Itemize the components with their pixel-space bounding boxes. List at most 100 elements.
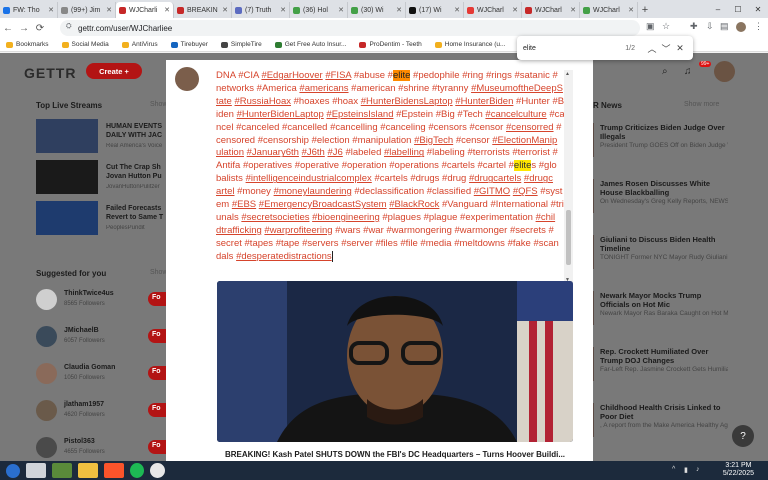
- tray-up-icon[interactable]: ^: [672, 466, 675, 473]
- tab-close-icon[interactable]: ✕: [106, 6, 112, 14]
- notepad-icon[interactable]: [26, 463, 46, 478]
- hashtag-link[interactable]: #GITMO: [474, 186, 510, 197]
- follow-button[interactable]: Fo: [148, 292, 168, 306]
- find-close-icon[interactable]: ✕: [673, 43, 687, 54]
- start-icon[interactable]: [6, 463, 20, 478]
- extensions-icon[interactable]: ✚: [690, 21, 698, 32]
- tab-11[interactable]: WJCharl ✕: [580, 2, 638, 18]
- stream-thumbnail[interactable]: [36, 119, 98, 153]
- spotify-icon[interactable]: [130, 463, 144, 478]
- hashtag-link[interactable]: artel: [216, 186, 234, 197]
- hashtag-link[interactable]: #EmergencyBroadcastSystem: [259, 199, 387, 210]
- menu-icon[interactable]: ⋮: [754, 21, 763, 32]
- hashtag-link[interactable]: #drugc: [524, 173, 553, 184]
- forward-icon[interactable]: →: [16, 23, 32, 34]
- bookmark-item[interactable]: Bookmarks: [6, 41, 49, 48]
- suggested-user[interactable]: jlatham1957 4620 Followers: [36, 398, 166, 424]
- tab-close-icon[interactable]: ✕: [280, 6, 286, 14]
- live-show-more[interactable]: Show: [150, 101, 168, 108]
- follow-button[interactable]: Fo: [148, 366, 168, 380]
- site-info-icon[interactable]: ⛭: [66, 23, 72, 31]
- clock[interactable]: 3:21 PM 5/22/2025: [723, 462, 754, 478]
- hashtag-link[interactable]: #moneylaundering: [274, 186, 352, 197]
- tab-close-icon[interactable]: ✕: [570, 6, 576, 14]
- hashtag-link[interactable]: #January6th: [247, 147, 299, 158]
- tab-4[interactable]: BREAKIN ✕: [174, 2, 232, 18]
- post-text-area[interactable]: DNA #CIA #EdgarHoover #FISA #abuse # elit…: [216, 70, 571, 284]
- hashtag-link[interactable]: #bioengineering: [312, 212, 380, 223]
- find-next-icon[interactable]: ﹀: [659, 42, 673, 55]
- hashtag-link[interactable]: #EpsteinsIsland: [326, 109, 393, 120]
- news-item[interactable]: Trump Criticizes Biden Judge Over Illega…: [600, 123, 728, 150]
- maximize-button[interactable]: ☐: [728, 0, 748, 18]
- create-button[interactable]: Create +: [86, 63, 142, 79]
- tab-close-icon[interactable]: ✕: [338, 6, 344, 14]
- bookmark-star-icon[interactable]: ☆: [662, 21, 670, 32]
- user-avatar[interactable]: [36, 326, 57, 347]
- gettr-logo[interactable]: GETTR: [24, 65, 76, 81]
- hashtag-link[interactable]: #warprofiteering: [264, 225, 332, 236]
- live-stream-item[interactable]: Failed Forecasts Revert to Same T Peoples…: [36, 201, 166, 235]
- window-close-button[interactable]: ✕: [748, 0, 768, 18]
- text-scrollbar[interactable]: ▲ ▼: [564, 70, 573, 284]
- hashtag-link[interactable]: #drugcartels: [469, 173, 521, 184]
- tab-2[interactable]: (99+) Jim ✕: [58, 2, 116, 18]
- search-icon[interactable]: ⌕: [662, 66, 668, 77]
- bookmark-item[interactable]: SimpleTire: [220, 41, 262, 48]
- app-icon[interactable]: [52, 463, 72, 478]
- hashtag-link[interactable]: #J6th: [302, 147, 325, 158]
- minimize-button[interactable]: –: [708, 0, 728, 18]
- news-item[interactable]: Rep. Crockett Humiliated Over Trump DOJ …: [600, 347, 728, 374]
- hashtag-link[interactable]: #chil: [536, 212, 556, 223]
- hashtag-link[interactable]: #ElectionManip: [492, 135, 557, 146]
- file-explorer-icon[interactable]: [78, 463, 98, 478]
- downloads-icon[interactable]: ⇩: [706, 21, 714, 32]
- bookmark-item[interactable]: Social Media: [61, 41, 109, 48]
- install-icon[interactable]: ▣: [646, 21, 655, 32]
- sidebar-icon[interactable]: ▤: [720, 21, 729, 32]
- hashtag-link[interactable]: #secretsocieties: [241, 212, 309, 223]
- hashtag-link[interactable]: #QFS: [513, 186, 538, 197]
- chrome-icon[interactable]: [150, 463, 165, 478]
- hashtag-link[interactable]: #BlackRock: [389, 199, 439, 210]
- back-icon[interactable]: ←: [0, 23, 16, 34]
- user-avatar[interactable]: [714, 61, 735, 82]
- brave-icon[interactable]: [104, 463, 124, 478]
- hashtag-link[interactable]: dtrafficking: [216, 225, 262, 236]
- scroll-up-icon[interactable]: ▲: [565, 71, 570, 77]
- tab-6[interactable]: (36) Hol ✕: [290, 2, 348, 18]
- tab-close-icon[interactable]: ✕: [48, 6, 54, 14]
- new-tab-button[interactable]: +: [638, 2, 652, 18]
- news-item[interactable]: Childhood Health Crisis Linked to Poor D…: [600, 403, 728, 430]
- tab-1[interactable]: FW: Tho ✕: [0, 2, 58, 18]
- suggested-user[interactable]: JMichaelB 6057 Followers: [36, 324, 166, 350]
- find-prev-icon[interactable]: ︿: [645, 42, 659, 55]
- tab-5[interactable]: (7) Truth ✕: [232, 2, 290, 18]
- news-item[interactable]: James Rosen Discusses White House Blackb…: [600, 179, 728, 206]
- news-show-more[interactable]: Show more: [684, 101, 719, 108]
- hashtag-link[interactable]: #BigTech: [414, 135, 453, 146]
- hashtag-link[interactable]: ulation: [216, 147, 244, 158]
- hashtag-link[interactable]: #MuseumoftheDeepS: [471, 83, 563, 94]
- user-avatar[interactable]: [36, 289, 57, 310]
- volume-icon[interactable]: ♪: [696, 466, 700, 473]
- video-caption[interactable]: BREAKING! Kash Patel SHUTS DOWN the FBI'…: [225, 450, 570, 459]
- follow-button[interactable]: Fo: [148, 329, 168, 343]
- tab-close-icon[interactable]: ✕: [222, 6, 228, 14]
- tab-8[interactable]: (17) Wi ✕: [406, 2, 464, 18]
- suggested-user[interactable]: ThinkTwice4us 8565 Followers: [36, 287, 166, 313]
- news-item[interactable]: Giuliani to Discuss Biden Health Timelin…: [600, 235, 728, 262]
- live-stream-item[interactable]: HUMAN EVENTS DAILY WITH JAC Real America'…: [36, 119, 166, 153]
- hashtag-link[interactable]: #desperatedistractions: [236, 251, 332, 262]
- suggested-user[interactable]: Pistol363 4655 Followers: [36, 435, 166, 461]
- hashtag-link[interactable]: #EdgarHoover: [261, 70, 322, 81]
- follow-button[interactable]: Fo: [148, 440, 168, 454]
- bookmark-item[interactable]: Home Insurance (u...: [434, 41, 505, 48]
- hashtag-link[interactable]: #EBS: [232, 199, 256, 210]
- tab-3[interactable]: WJCharli ✕: [116, 2, 174, 18]
- tab-7[interactable]: (30) Wi ✕: [348, 2, 406, 18]
- bookmark-item[interactable]: ProDentim - Teeth: [359, 41, 422, 48]
- help-icon[interactable]: ?: [732, 425, 754, 447]
- network-icon[interactable]: ▮: [684, 466, 688, 474]
- hashtag-link[interactable]: #censorred: [506, 122, 554, 133]
